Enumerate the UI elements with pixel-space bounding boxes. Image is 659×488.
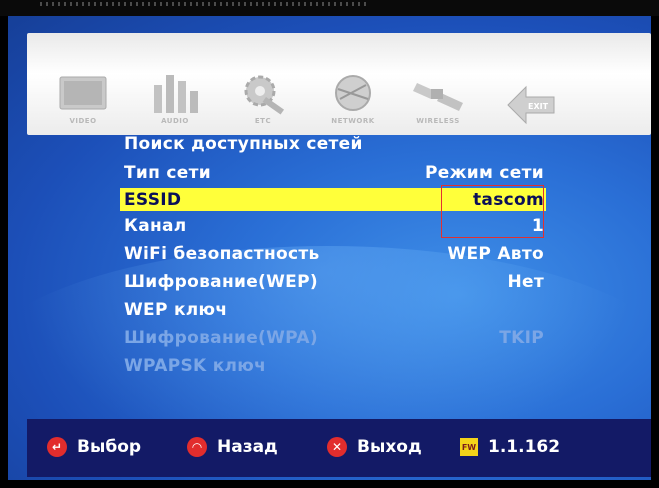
search-networks-item[interactable]: Поиск доступных сетей [120, 132, 546, 155]
exit-hint: ✕ Выход [327, 435, 422, 459]
tv-icon [59, 76, 107, 110]
tab-video[interactable]: VIDEO [47, 61, 119, 125]
tab-network[interactable]: NETWORK [317, 61, 389, 125]
tab-exit[interactable]: EXIT [495, 61, 567, 125]
globe-icon [335, 75, 371, 111]
tv-screen: VIDEO AUDIO ETC NETWORK WIRELESS EXIT По… [0, 0, 659, 488]
top-menu-bar: VIDEO AUDIO ETC NETWORK WIRELESS EXIT [27, 33, 651, 135]
wep-key-row[interactable]: WEP ключ [120, 298, 546, 321]
footer-bar: ↵ Выбор ◠ Назад ✕ Выход FW 1.1.162 [27, 419, 651, 477]
fw-badge-icon: FW [460, 438, 478, 456]
tab-audio[interactable]: AUDIO [139, 61, 211, 125]
back-hint: ◠ Назад [187, 435, 278, 459]
speaker-icon [154, 75, 198, 113]
gear-wrench-icon [244, 75, 285, 115]
encryption-wpa-row: Шифрование(WPA) TKIP [124, 328, 544, 348]
satellite-icon [413, 83, 463, 111]
svg-text:EXIT: EXIT [528, 102, 549, 111]
select-hint: ↵ Выбор [47, 435, 141, 459]
wifi-security-row[interactable]: WiFi безопастность WEP Авто [120, 242, 546, 265]
enter-arrow-icon: ↵ [47, 437, 67, 457]
exit-x-icon: ✕ [327, 437, 347, 457]
network-type-row[interactable]: Тип сети Режим сети [120, 161, 546, 184]
value-highlight-box [441, 185, 544, 238]
tab-etc[interactable]: ETC [227, 61, 299, 125]
firmware-version: FW 1.1.162 [460, 437, 561, 457]
wpapsk-key-row: WPAPSK ключ [124, 356, 267, 376]
exit-arrow-icon: EXIT [507, 85, 555, 125]
back-arc-icon: ◠ [187, 437, 207, 457]
settings-panel: VIDEO AUDIO ETC NETWORK WIRELESS EXIT По… [8, 16, 651, 480]
top-band [0, 0, 659, 16]
encryption-wep-row[interactable]: Шифрование(WEP) Нет [120, 270, 546, 293]
tab-wireless[interactable]: WIRELESS [402, 61, 474, 125]
